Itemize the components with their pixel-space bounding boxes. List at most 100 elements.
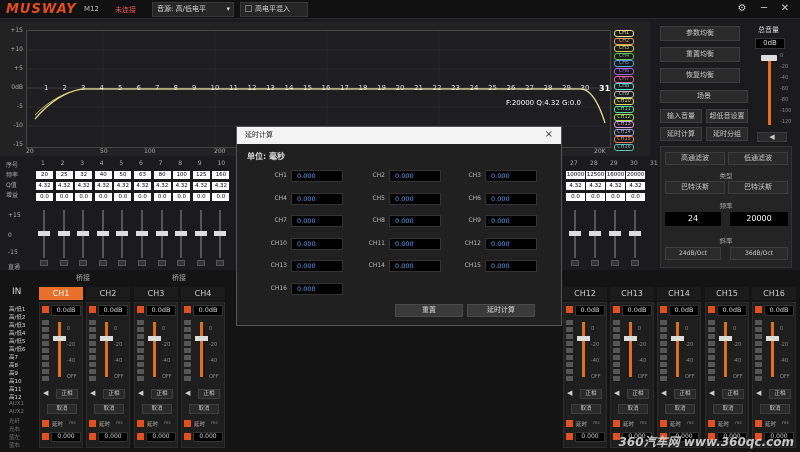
eq-freq-cell[interactable]: 10000 [566, 171, 585, 179]
eq-gain-slider-handle[interactable] [38, 231, 50, 236]
channel-volume-value[interactable]: 0.0dB [764, 305, 794, 316]
eq-freq-cell[interactable]: 63 [134, 171, 151, 179]
eq-gain-cell[interactable]: 0.0 [212, 193, 230, 201]
eq-band-point[interactable]: 9 [192, 84, 196, 92]
eq-freq-cell[interactable]: 32 [75, 171, 93, 179]
phase-button[interactable]: 正相 [151, 389, 173, 399]
eq-bypass-button[interactable] [591, 260, 599, 266]
channel-fader-handle[interactable] [53, 336, 66, 341]
input-source-item[interactable]: 高/低1 [9, 305, 25, 313]
input-source-item[interactable]: 高7 [9, 353, 18, 361]
delay-channel-input[interactable]: 0.000 [485, 170, 537, 182]
scene-action-button[interactable]: 延时计算 [660, 127, 702, 141]
delay-enable-checkbox[interactable] [184, 420, 191, 427]
speaker-icon[interactable]: ◀ [756, 389, 761, 397]
lp-filter-button[interactable]: 低通滤波 [728, 152, 788, 165]
eq-bypass-button[interactable] [118, 260, 127, 266]
mute-cancel-button[interactable]: 取消 [713, 404, 743, 414]
input-source-item[interactable]: 光纤 [9, 417, 20, 425]
reset-button[interactable]: 重置 [395, 304, 463, 317]
delay-channel-input[interactable]: 0.000 [485, 215, 537, 227]
delay-channel-input[interactable]: 0.000 [291, 260, 343, 272]
channel-tab[interactable]: CH3 [134, 287, 178, 300]
channel-tag[interactable]: CH16 [614, 144, 634, 151]
channel-tag[interactable]: CH4 [614, 52, 634, 60]
channel-volume-value[interactable]: 0.0dB [717, 305, 747, 316]
channel-tag[interactable]: CH11 [614, 106, 634, 113]
delay-enable-checkbox[interactable] [137, 420, 144, 427]
delay-enable-checkbox[interactable] [566, 420, 573, 427]
eq-q-cell[interactable]: 4.32 [75, 182, 93, 190]
channel-enable-checkbox[interactable] [184, 306, 191, 313]
input-source-item[interactable]: 高10 [9, 377, 22, 385]
eq-band-point[interactable]: 29 [562, 84, 571, 92]
phase-button[interactable]: 正相 [769, 389, 791, 399]
channel-volume-value[interactable]: 0.0dB [575, 305, 605, 316]
eq-q-cell[interactable]: 4.32 [173, 182, 191, 190]
eq-bypass-button[interactable] [611, 260, 619, 266]
eq-q-cell[interactable]: 4.32 [212, 182, 230, 190]
eq-gain-cell[interactable]: 0.0 [153, 193, 171, 201]
eq-band-point[interactable]: 5 [118, 84, 122, 92]
eq-gain-slider-handle[interactable] [155, 231, 168, 236]
hp-type-select[interactable]: 巴特沃斯 [665, 181, 725, 194]
channel-tab[interactable]: CH16 [752, 287, 796, 300]
channel-enable-checkbox[interactable] [660, 306, 667, 313]
phase-button[interactable]: 正相 [56, 389, 78, 399]
delay-channel-input[interactable]: 0.000 [389, 170, 441, 182]
calc-delay-button[interactable]: 延时计算 [467, 304, 535, 317]
channel-delay-value[interactable]: 0.000 [51, 432, 81, 442]
eq-gain-slider-handle[interactable] [214, 231, 227, 236]
channel-tag[interactable]: CH5 [614, 60, 634, 68]
channel-volume-value[interactable]: 0.0dB [622, 305, 652, 316]
eq-gain-cell[interactable]: 0.0 [114, 193, 132, 201]
input-source-item[interactable]: 高/低2 [9, 313, 25, 321]
delay-channel-input[interactable]: 0.000 [389, 192, 441, 205]
channel-fader-track[interactable] [771, 322, 774, 377]
eq-bypass-button[interactable] [157, 260, 166, 266]
delay-lock-checkbox[interactable] [137, 433, 144, 440]
eq-freq-cell[interactable]: 12500 [586, 171, 605, 179]
channel-tag[interactable]: CH9 [614, 90, 634, 98]
eq-band-point[interactable]: 14 [285, 84, 294, 92]
connection-status[interactable]: 未连接 [115, 5, 136, 15]
master-mute-button[interactable]: ◀ [757, 132, 787, 142]
eq-band-point[interactable]: 6 [137, 84, 141, 92]
eq-gain-slider-handle[interactable] [136, 231, 148, 236]
channel-fader-track[interactable] [676, 322, 679, 377]
eq-band-point[interactable]: 21 [414, 84, 423, 92]
channel-fader-handle[interactable] [100, 336, 113, 341]
phase-button[interactable]: 正相 [722, 389, 744, 399]
eq-bypass-button[interactable] [138, 260, 146, 266]
eq-band-point[interactable]: 15 [303, 84, 312, 92]
input-source-item[interactable]: 蓝左 [9, 433, 20, 441]
channel-tag[interactable]: CH12 [614, 113, 634, 121]
scene-action-button[interactable]: 延时分组 [706, 127, 748, 141]
input-source-item[interactable]: 蓝右 [9, 441, 20, 449]
eq-q-cell[interactable]: 4.32 [192, 182, 210, 190]
eq-band-point[interactable]: 4 [100, 84, 104, 92]
eq-gain-cell[interactable]: 0.0 [36, 193, 53, 201]
eq-freq-cell[interactable]: 20000 [626, 171, 645, 179]
eq-band-point[interactable]: 13 [266, 84, 275, 92]
eq-q-cell[interactable]: 4.32 [566, 182, 585, 190]
eq-gain-cell[interactable]: 0.0 [586, 193, 605, 201]
eq-band-point[interactable]: 23 [451, 84, 460, 92]
lp-freq-input[interactable]: 20000 [730, 212, 788, 226]
delay-channel-input[interactable]: 0.000 [291, 282, 343, 295]
eq-q-cell[interactable]: 4.32 [114, 182, 132, 190]
channel-enable-checkbox[interactable] [755, 306, 762, 313]
eq-action-button[interactable]: 恢复均衡 [660, 68, 740, 83]
scene-action-button[interactable]: 输入音量 [660, 109, 702, 123]
channel-tab[interactable]: CH2 [86, 287, 130, 300]
eq-band-point[interactable]: 7 [155, 84, 159, 92]
channel-tag[interactable]: CH1 [614, 30, 634, 37]
channel-tag[interactable]: CH10 [614, 98, 634, 106]
channel-delay-value[interactable]: 0.000 [193, 432, 223, 442]
eq-band-point[interactable]: 2 [63, 84, 67, 92]
delay-lock-checkbox[interactable] [89, 433, 96, 440]
eq-gain-cell[interactable]: 0.0 [75, 193, 93, 201]
mute-cancel-button[interactable]: 取消 [571, 404, 601, 414]
channel-tab[interactable]: CH4 [181, 287, 225, 300]
eq-freq-cell[interactable]: 160 [212, 171, 230, 179]
